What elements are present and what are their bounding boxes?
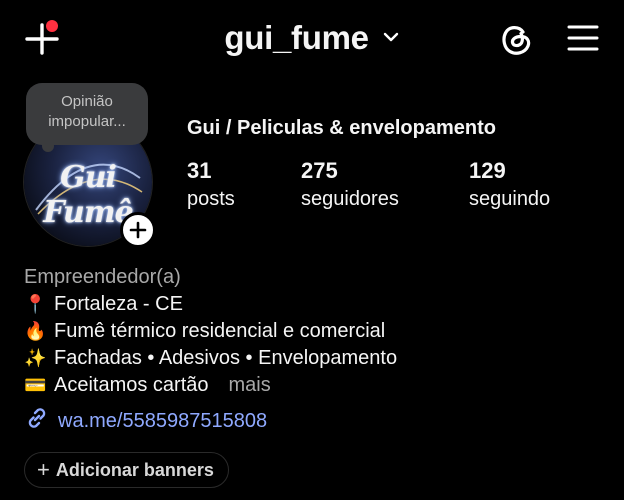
threads-button[interactable] [497, 20, 535, 58]
note-bubble[interactable]: Opinião impopular... [26, 83, 148, 145]
plus-icon: + [37, 457, 50, 482]
bio-text: Fumê térmico residencial e comercial [54, 320, 386, 342]
profile-header: gui_fume [0, 0, 624, 80]
bio-text: Aceitamos cartão [54, 374, 209, 396]
full-name: Gui / Peliculas & envelopamento [187, 117, 496, 139]
bio-line-service: 🔥 Fumê térmico residencial e comercial [24, 317, 385, 346]
bio-text: Fachadas • Adesivos • Envelopamento [54, 347, 398, 369]
profile-category: Empreendedor(a) [24, 266, 181, 288]
stat-following[interactable]: 129 seguindo [469, 156, 550, 212]
plus-icon [129, 221, 147, 239]
fire-icon: 🔥 [24, 321, 47, 342]
bio-line-products: ✨ Fachadas • Adesivos • Envelopamento [24, 344, 397, 373]
stat-value: 275 [301, 158, 338, 183]
pin-icon: 📍 [24, 294, 47, 315]
note-text: Opinião impopular... [48, 93, 126, 130]
add-banners-button[interactable]: + Adicionar banners [24, 452, 229, 488]
link-icon [28, 408, 46, 428]
stat-value: 129 [469, 158, 506, 183]
more-link[interactable]: mais [229, 374, 271, 396]
menu-button[interactable] [566, 22, 600, 56]
add-banners-label: Adicionar banners [55, 460, 214, 480]
bio-line-location: 📍 Fortaleza - CE [24, 290, 183, 319]
credit-card-icon: 💳 [24, 375, 47, 396]
link-text: wa.me/5585987515808 [58, 410, 268, 432]
stat-label: posts [187, 188, 235, 210]
stat-label: seguindo [469, 188, 551, 210]
stat-value: 31 [187, 158, 212, 183]
stat-posts[interactable]: 31 posts [187, 156, 235, 212]
bio-text: Fortaleza - CE [54, 293, 183, 315]
chevron-down-icon [383, 33, 398, 42]
threads-icon [502, 26, 531, 55]
stat-label: seguidores [301, 188, 399, 210]
stat-followers[interactable]: 275 seguidores [301, 156, 399, 212]
add-story-button[interactable] [120, 212, 156, 248]
hamburger-menu-icon [567, 25, 599, 51]
bio-line-payment: 💳 Aceitamos cartão mais [24, 371, 271, 400]
bio-link[interactable]: wa.me/5585987515808 [24, 405, 267, 435]
sparkles-icon: ✨ [24, 348, 47, 369]
username: gui_fume [224, 19, 369, 56]
